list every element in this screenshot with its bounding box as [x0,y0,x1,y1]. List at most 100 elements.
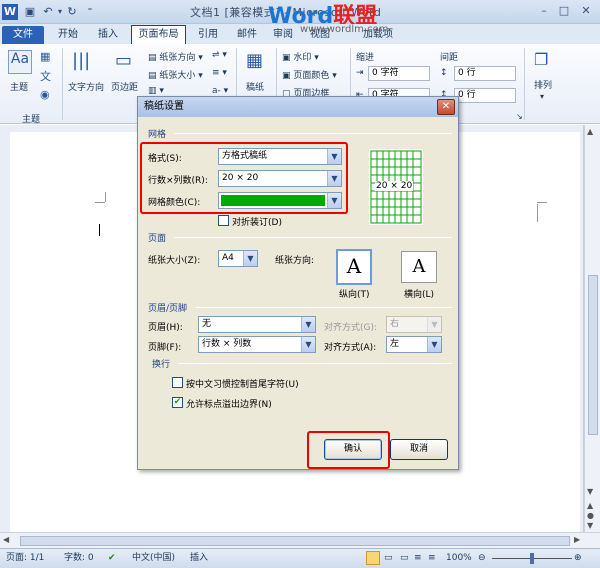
tab-file[interactable]: 文件 [2,26,44,44]
dialog-title: 稿纸设置 [138,97,458,117]
text-cursor [99,224,100,236]
breaks-button[interactable]: ⇌ ▾ [212,50,227,60]
save-icon[interactable]: ▣ [22,4,38,20]
margins-label[interactable]: 页边距 [111,80,138,93]
scroll-down-icon[interactable]: ▼ [587,487,593,496]
line-numbers-button[interactable]: ≡ ▾ [212,68,227,78]
insert-mode[interactable]: 插入 [190,549,208,567]
tab-home[interactable]: 开始 [52,26,84,44]
select-browse-object-icon[interactable]: ● [587,511,594,520]
horizontal-scrollbar[interactable]: ◀ ▶ [0,532,600,548]
zoom-out-icon[interactable]: ⊖ [478,549,486,567]
dialog-close-button[interactable]: ✕ [437,99,455,115]
proofing-icon[interactable]: ✔ [108,549,116,567]
header-align-value: 右 [390,319,400,329]
spacing-before-icon: ↕ [440,68,448,78]
portrait-option[interactable]: A [336,249,372,285]
theme-button-label[interactable]: 主题 [10,80,28,93]
size-label: 纸张大小 [159,71,196,81]
vertical-scrollbar[interactable]: ▲ ▼ ▲ ● ▼ [584,125,600,532]
footer-label: 页脚(F): [148,343,182,353]
spacing-after-spinner[interactable]: 0 行 [454,88,516,103]
word-app-icon[interactable]: W [2,4,18,20]
draft-paper-label[interactable]: 稿纸 [246,80,264,93]
web-layout-view-icon[interactable]: ▭ [400,549,409,567]
theme-icon[interactable]: Aa [8,50,32,74]
customize-quick-access-icon[interactable]: ⁼ [82,4,98,20]
grid-section-title: 网格 [148,130,167,140]
header-select[interactable]: 无 ▼ [198,316,316,333]
language-status[interactable]: 中文(中国) [132,549,175,567]
orientation-label: 纸张方向 [159,53,196,63]
section-divider [178,363,452,364]
zoom-level[interactable]: 100% [446,549,472,567]
vertical-scroll-thumb[interactable] [588,275,598,435]
margins-icon[interactable]: ▭ [115,50,132,71]
margin-mark [95,202,105,203]
outline-view-icon[interactable]: ≡ [414,549,422,567]
scroll-up-icon[interactable]: ▲ [587,127,593,136]
footer-align-select[interactable]: 左 ▼ [386,336,442,353]
line-wrap-section-title: 换行 [152,360,171,370]
header-align-select[interactable]: 右 ▼ [386,316,442,333]
spacing-label: 间距 [440,53,459,63]
watermark-url: www.wordlm.com [300,24,389,35]
full-screen-reading-view-icon[interactable]: ▭ [384,549,393,567]
section-divider [174,237,452,238]
draft-view-icon[interactable]: ≡ [428,549,436,567]
fold-binding-label: 对折装订(D) [232,218,282,228]
columns-button[interactable]: ▥ ▾ [148,86,164,96]
tab-references[interactable]: 引用 [192,26,224,44]
text-direction-icon[interactable]: ||| [72,50,90,71]
maximize-button[interactable]: □ [554,3,574,19]
text-direction-label[interactable]: 文字方向 [68,80,104,93]
horizontal-scroll-thumb[interactable] [20,536,570,546]
watermark-button[interactable]: ▣ 水印 ▾ [282,50,319,63]
tab-insert[interactable]: 插入 [92,26,124,44]
orientation-label: 纸张方向: [275,256,315,266]
footer-align-value: 左 [390,339,400,349]
previous-page-icon[interactable]: ▲ [587,501,593,510]
cancel-button[interactable]: 取消 [390,439,448,460]
close-window-button[interactable]: ✕ [576,3,596,19]
indent-left-spinner[interactable]: 0 字符 [368,66,430,81]
page-count[interactable]: 页面: 1/1 [6,549,44,567]
paragraph-dialog-launcher-icon[interactable]: ↘ [516,112,523,121]
header-value: 无 [202,319,212,329]
arrange-label[interactable]: 排列 [534,78,552,91]
zoom-slider-thumb[interactable] [530,553,534,564]
scroll-left-icon[interactable]: ◀ [3,535,9,544]
size-button[interactable]: ▤ 纸张大小 ▾ [148,68,203,81]
paper-size-select[interactable]: A4 ▼ [218,250,258,267]
minimize-button[interactable]: – [534,3,554,19]
chevron-down-icon: ▼ [427,337,441,352]
hanging-punctuation-checkbox[interactable]: ✔ [172,397,183,408]
next-page-icon[interactable]: ▼ [587,521,593,530]
chevron-down-icon: ▼ [301,317,315,332]
hyphenation-button[interactable]: a- ▾ [212,86,228,96]
theme-effects-icon[interactable]: ◉ [40,88,50,101]
scroll-right-icon[interactable]: ▶ [574,535,580,544]
tab-review[interactable]: 审阅 [268,26,298,44]
theme-colors-icon[interactable]: ▦ [40,50,50,63]
chevron-down-icon: ▼ [301,337,315,352]
theme-fonts-icon[interactable]: 文 [40,68,51,84]
zoom-in-icon[interactable]: ⊕ [574,549,582,567]
indent-label: 缩进 [356,53,375,63]
arrange-dropdown-icon[interactable]: ▾ [540,92,544,101]
landscape-option[interactable]: A [401,251,437,283]
redo-icon[interactable]: ↻ [64,4,80,20]
draft-paper-icon[interactable]: ▦ [246,50,263,71]
portrait-label: 纵向(T) [339,290,370,300]
arrange-icon[interactable]: ❐ [534,50,548,69]
print-layout-view-icon[interactable] [366,551,380,565]
orientation-button[interactable]: ▤ 纸张方向 ▾ [148,50,203,63]
word-count[interactable]: 字数: 0 [64,549,94,567]
page-color-button[interactable]: ▣ 页面颜色 ▾ [282,68,337,81]
fold-binding-checkbox[interactable] [218,215,229,226]
tab-page-layout[interactable]: 页面布局 [131,25,186,45]
spacing-before-spinner[interactable]: 0 行 [454,66,516,81]
cjk-line-break-checkbox[interactable] [172,377,183,388]
footer-select[interactable]: 行数 × 列数 ▼ [198,336,316,353]
tab-mailings[interactable]: 邮件 [232,26,262,44]
